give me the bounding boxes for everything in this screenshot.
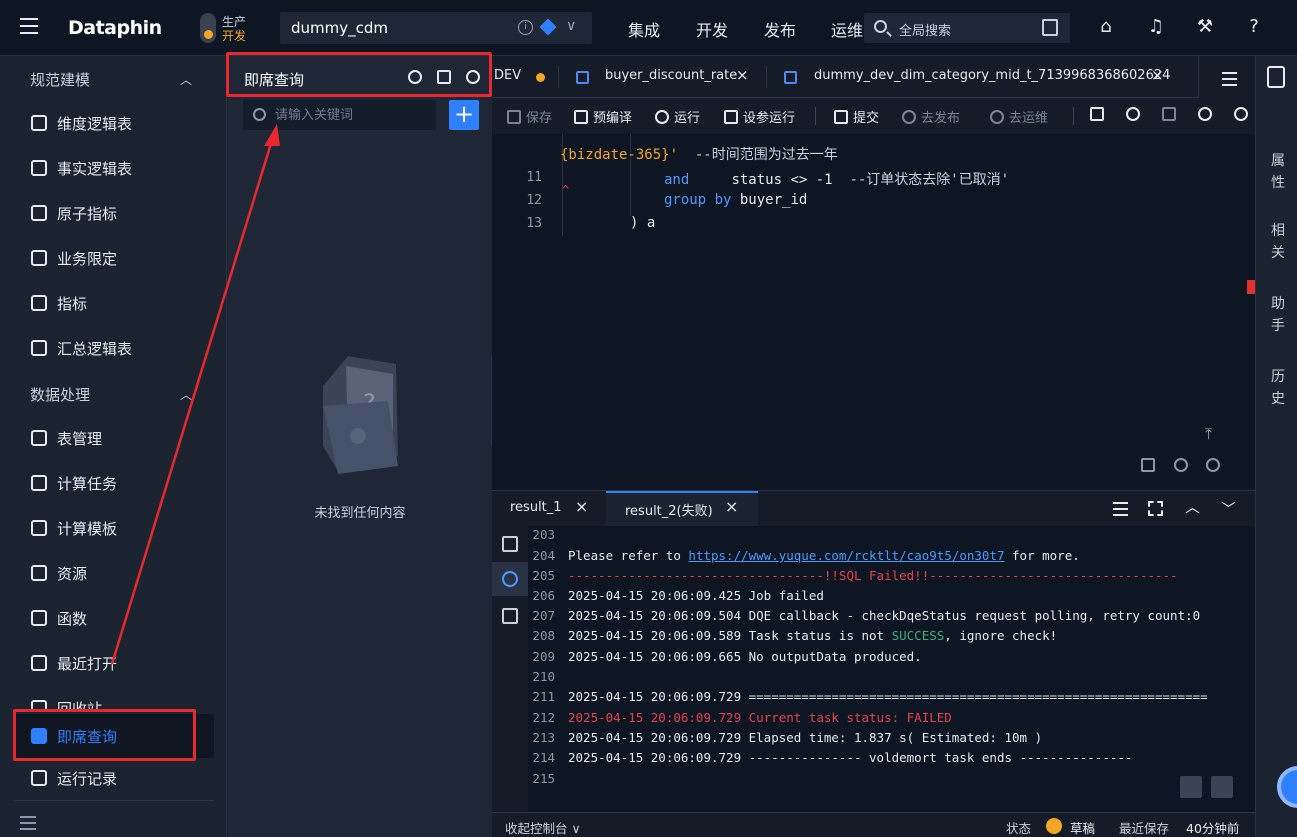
annotation-arrow [110,124,280,665]
